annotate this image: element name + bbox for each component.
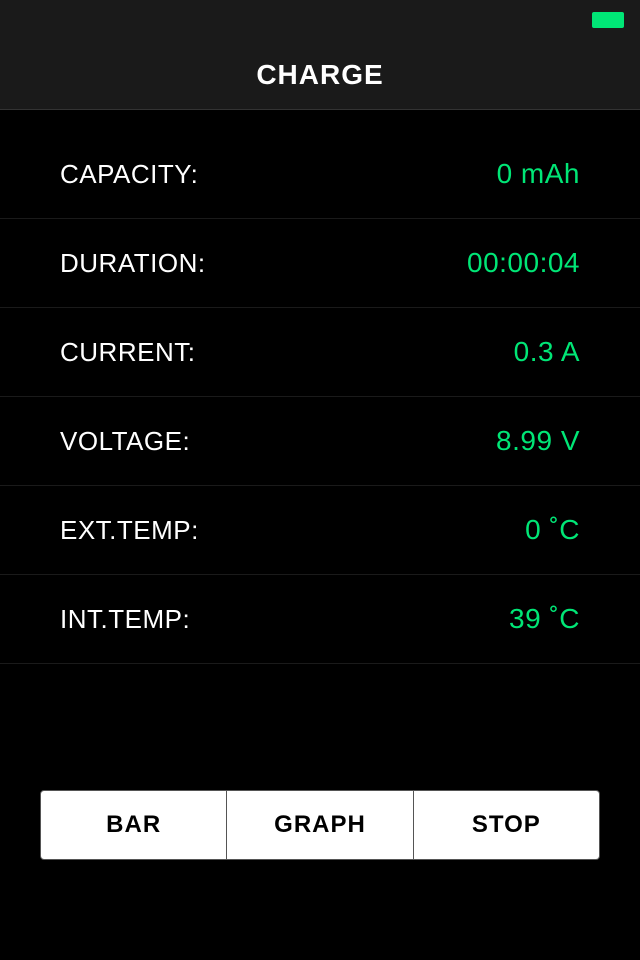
- metric-row-int-temp: INT.TEMP: 39 ˚C: [0, 575, 640, 664]
- metric-value-ext-temp: 0 ˚C: [525, 514, 580, 546]
- bar-button[interactable]: BAR: [40, 790, 227, 860]
- metric-label-capacity: CAPACITY:: [60, 159, 198, 190]
- status-bar: [0, 0, 640, 40]
- metric-value-int-temp: 39 ˚C: [509, 603, 580, 635]
- metric-row-ext-temp: EXT.TEMP: 0 ˚C: [0, 486, 640, 575]
- battery-icon: [592, 12, 624, 28]
- metric-label-int-temp: INT.TEMP:: [60, 604, 190, 635]
- metric-value-current: 0.3 A: [514, 336, 580, 368]
- metric-row-duration: DURATION: 00:00:04: [0, 219, 640, 308]
- metric-label-current: CURRENT:: [60, 337, 195, 368]
- header: CHARGE: [0, 40, 640, 110]
- metric-value-duration: 00:00:04: [467, 247, 580, 279]
- metric-row-current: CURRENT: 0.3 A: [0, 308, 640, 397]
- main-content: CAPACITY: 0 mAh DURATION: 00:00:04 CURRENT: 0…: [0, 110, 640, 684]
- metric-row-voltage: VOLTAGE: 8.99 V: [0, 397, 640, 486]
- metric-value-voltage: 8.99 V: [496, 425, 580, 457]
- metric-label-voltage: VOLTAGE:: [60, 426, 190, 457]
- graph-button[interactable]: GRAPH: [227, 790, 413, 860]
- stop-button[interactable]: STOP: [414, 790, 600, 860]
- metric-row-capacity: CAPACITY: 0 mAh: [0, 130, 640, 219]
- metric-value-capacity: 0 mAh: [497, 158, 580, 190]
- metric-label-duration: DURATION:: [60, 248, 206, 279]
- button-bar: BARGRAPHSTOP: [0, 790, 640, 860]
- page-title: CHARGE: [256, 59, 383, 91]
- metric-label-ext-temp: EXT.TEMP:: [60, 515, 199, 546]
